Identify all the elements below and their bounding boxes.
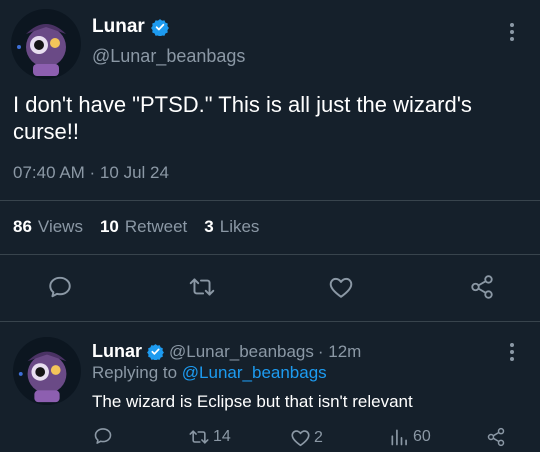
divider [0,200,540,201]
retweets-count: 10 [99,217,119,236]
likes-label: Likes [219,217,260,236]
analytics-icon [389,427,409,447]
retweet-icon [188,427,210,447]
reply-time-ago: · 12m [317,341,362,361]
reply-reply-button[interactable] [93,426,113,446]
like-button[interactable] [328,275,354,299]
replying-to-label: Replying to [92,363,178,382]
reply-views-button[interactable]: 60 [389,427,431,447]
share-button[interactable] [469,274,495,300]
reply-icon [93,426,113,446]
author-handle[interactable]: @Lunar_beanbags [92,46,245,67]
replying-to-handle[interactable]: @Lunar_beanbags [182,363,327,382]
tweet-text: I don't have "PTSD." This is all just th… [13,92,472,144]
retweets-label: Retweet [124,217,188,236]
reply-avatar[interactable] [13,337,81,405]
reply-icon [47,274,73,300]
replying-to: Replying to @Lunar_beanbags [92,363,327,383]
author-name[interactable]: Lunar [92,16,145,38]
reply-views-count: 60 [413,428,431,445]
reply-retweet-count: 14 [213,428,231,445]
retweet-button[interactable] [188,274,216,300]
reply-like-count: 2 [314,428,323,446]
views-label: Views [37,217,83,236]
reply-author-name[interactable]: Lunar [92,341,142,362]
reply-more-options-icon[interactable] [510,343,514,361]
more-options-icon[interactable] [510,23,514,41]
views-count: 86 [13,217,32,236]
heart-icon [328,275,354,299]
reply-retweet-button[interactable]: 14 [188,427,231,447]
views-stat[interactable]: 86 Views [13,217,83,237]
reply-text: The wizard is Eclipse but that isn't rel… [92,392,413,411]
likes-stat[interactable]: 3 Likes [204,217,259,237]
retweets-stat[interactable]: 10 Retweet [100,217,187,237]
reply-header: Lunar @Lunar_beanbags · 12m [92,341,361,362]
tweet-timestamp: 07:40 AM · 10 Jul 24 [13,163,169,182]
heart-icon [290,428,311,447]
reply-like-button[interactable]: 2 [290,428,323,447]
avatar[interactable] [11,9,81,79]
likes-count: 3 [204,217,214,236]
divider [0,254,540,255]
retweet-icon [188,274,216,300]
tweet-stats: 86 Views 10 Retweet 3 Likes [13,217,259,237]
reply-author-handle[interactable]: @Lunar_beanbags [169,342,314,362]
reply-button[interactable] [47,274,73,300]
share-icon [469,274,495,300]
author-name-row: Lunar [92,16,169,38]
reply-share-button[interactable] [486,427,506,447]
verified-icon [147,343,164,360]
divider [0,321,540,322]
verified-icon [150,18,169,36]
share-icon [486,427,506,447]
